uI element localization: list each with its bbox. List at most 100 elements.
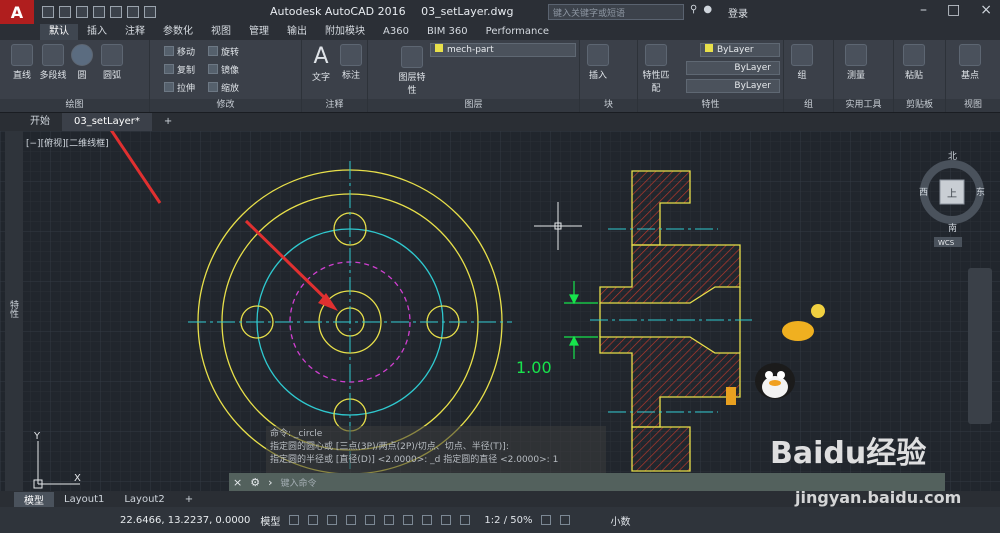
group-panel-title[interactable]: 组 bbox=[784, 99, 833, 112]
copy-button[interactable]: 复制 bbox=[164, 63, 195, 76]
close-icon[interactable]: × bbox=[980, 2, 992, 18]
tab-annotate[interactable]: 注释 bbox=[116, 24, 154, 40]
clipboard-panel-title[interactable]: 剪贴板 bbox=[894, 99, 945, 112]
tab-view[interactable]: 视图 bbox=[202, 24, 240, 40]
lineweight-icon[interactable] bbox=[384, 515, 395, 525]
polar-icon[interactable] bbox=[346, 515, 357, 525]
workspace-icon[interactable] bbox=[541, 515, 552, 525]
viewcube-east[interactable]: 东 bbox=[976, 186, 985, 198]
base-icon bbox=[959, 44, 981, 66]
base-button[interactable]: 基点 bbox=[956, 44, 984, 81]
ucs-y-label: Y bbox=[33, 431, 41, 442]
osnap-icon[interactable] bbox=[365, 515, 376, 525]
document-tabs: 开始 03_setLayer* + bbox=[0, 113, 1000, 131]
tab-output[interactable]: 输出 bbox=[278, 24, 316, 40]
group-button[interactable]: 组 bbox=[790, 44, 814, 81]
properties-palette-label[interactable]: 特性 bbox=[7, 300, 20, 318]
search-input[interactable]: 键入关键字或短语 bbox=[548, 4, 684, 20]
drawing-tab[interactable]: 03_setLayer* bbox=[62, 113, 152, 131]
start-tab[interactable]: 开始 bbox=[18, 113, 62, 131]
viewcube-west[interactable]: 西 bbox=[919, 187, 928, 198]
tab-manage[interactable]: 管理 bbox=[240, 24, 278, 40]
scale-button[interactable]: 缩放 bbox=[208, 81, 239, 94]
user-icon[interactable]: ● bbox=[703, 4, 712, 15]
viewcube-south[interactable]: 南 bbox=[948, 222, 957, 234]
model-space-toggle[interactable]: 模型 bbox=[260, 513, 280, 528]
tab-addins[interactable]: 附加模块 bbox=[316, 24, 374, 40]
layers-panel-title[interactable]: 图层 bbox=[368, 99, 579, 112]
properties-panel-title[interactable]: 特性 bbox=[638, 99, 783, 112]
utilities-panel: 测量 实用工具 bbox=[834, 40, 894, 112]
wrench-icon[interactable]: ⚙ bbox=[250, 476, 260, 489]
block-panel-title[interactable]: 块 bbox=[580, 99, 637, 112]
modify-panel-title[interactable]: 修改 bbox=[150, 99, 301, 112]
layer-name: mech-part bbox=[447, 45, 494, 55]
search-icon[interactable]: ⚲ bbox=[690, 4, 697, 15]
arc-button[interactable]: 圆弧 bbox=[98, 44, 126, 81]
stretch-button[interactable]: 拉伸 bbox=[164, 81, 195, 94]
color-dropdown[interactable]: ByLayer bbox=[700, 43, 780, 57]
viewcube-north[interactable]: 北 bbox=[948, 151, 957, 162]
viewcube-top[interactable]: 上 bbox=[947, 188, 957, 200]
minimize-icon[interactable]: – bbox=[920, 2, 927, 18]
layer-dropdown[interactable]: mech-part bbox=[430, 43, 576, 57]
redo-icon[interactable] bbox=[144, 6, 156, 18]
selection-cycling-icon[interactable] bbox=[422, 515, 433, 525]
measure-button[interactable]: 测量 bbox=[842, 44, 870, 81]
saveas-icon[interactable] bbox=[93, 6, 105, 18]
paste-button[interactable]: 粘贴 bbox=[900, 44, 928, 81]
scale-icon bbox=[208, 82, 218, 92]
linetype-dropdown[interactable]: ByLayer bbox=[686, 61, 780, 75]
save-icon[interactable] bbox=[76, 6, 88, 18]
insert-button[interactable]: 插入 bbox=[584, 44, 612, 81]
viewport-controls-label[interactable]: [−][俯视][二维线框] bbox=[26, 136, 109, 149]
annotation-panel-title[interactable]: 注释 bbox=[302, 99, 367, 112]
layout2-tab[interactable]: Layout2 bbox=[114, 494, 174, 505]
3d-osnap-icon[interactable] bbox=[441, 515, 452, 525]
snap-icon[interactable] bbox=[308, 515, 319, 525]
new-icon[interactable] bbox=[42, 6, 54, 18]
match-properties-button[interactable]: 特性匹配 bbox=[642, 44, 670, 94]
circle-button[interactable]: 圆 bbox=[70, 44, 94, 81]
layer-properties-button[interactable]: 图层特性 bbox=[398, 46, 426, 96]
view-panel-title[interactable]: 视图 bbox=[946, 99, 1000, 112]
layout1-tab[interactable]: Layout1 bbox=[54, 494, 114, 505]
annotation-visibility-icon[interactable] bbox=[460, 515, 471, 525]
model-tab[interactable]: 模型 bbox=[14, 491, 54, 507]
dimension-button[interactable]: 标注 bbox=[338, 44, 364, 81]
new-tab-button[interactable]: + bbox=[152, 113, 184, 131]
line-label: 直线 bbox=[12, 71, 31, 81]
tab-parametric[interactable]: 参数化 bbox=[154, 24, 202, 40]
mirror-button[interactable]: 镜像 bbox=[208, 63, 239, 76]
move-button[interactable]: 移动 bbox=[164, 45, 195, 58]
plus-icon[interactable] bbox=[560, 515, 571, 525]
navigation-bar[interactable] bbox=[968, 268, 992, 424]
tab-a360[interactable]: A360 bbox=[374, 24, 418, 40]
open-icon[interactable] bbox=[59, 6, 71, 18]
polyline-button[interactable]: 多段线 bbox=[38, 44, 68, 81]
close-icon[interactable]: × bbox=[233, 476, 242, 489]
annotation-scale[interactable]: 1:2 / 50% bbox=[484, 515, 532, 526]
add-layout-button[interactable]: + bbox=[175, 494, 203, 505]
text-button[interactable]: A 文字 bbox=[308, 44, 334, 83]
maximize-icon[interactable]: □ bbox=[947, 2, 960, 18]
tab-default[interactable]: 默认 bbox=[40, 24, 78, 40]
undo-icon[interactable] bbox=[127, 6, 139, 18]
rotate-button[interactable]: 旋转 bbox=[208, 45, 239, 58]
login-link[interactable]: 登录 bbox=[728, 5, 748, 20]
line-button[interactable]: 直线 bbox=[8, 44, 36, 81]
transparency-icon[interactable] bbox=[403, 515, 414, 525]
tab-insert[interactable]: 插入 bbox=[78, 24, 116, 40]
application-menu-button[interactable]: A bbox=[0, 0, 34, 24]
command-input[interactable]: 键入命令 bbox=[281, 476, 317, 489]
grid-icon[interactable] bbox=[289, 515, 300, 525]
coordinates-readout[interactable]: 22.6466, 13.2237, 0.0000 bbox=[120, 515, 250, 526]
units-selector[interactable]: 小数 bbox=[610, 513, 630, 528]
draw-panel-title[interactable]: 绘图 bbox=[0, 99, 149, 112]
utilities-panel-title[interactable]: 实用工具 bbox=[834, 99, 893, 112]
tab-performance[interactable]: Performance bbox=[477, 24, 558, 40]
ortho-icon[interactable] bbox=[327, 515, 338, 525]
lineweight-dropdown[interactable]: ByLayer bbox=[686, 79, 780, 93]
print-icon[interactable] bbox=[110, 6, 122, 18]
tab-bim360[interactable]: BIM 360 bbox=[418, 24, 477, 40]
